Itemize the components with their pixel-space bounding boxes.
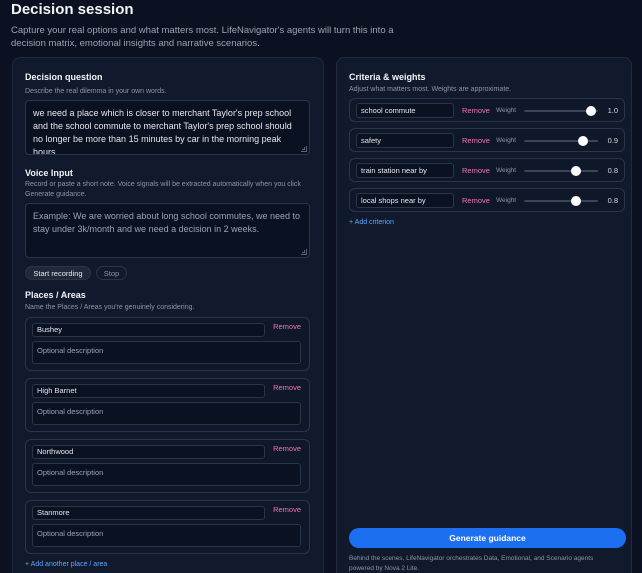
weight-slider[interactable]: [524, 166, 598, 176]
voice-input-textarea[interactable]: Example: We are worried about long schoo…: [25, 203, 310, 258]
criterion-row: school commute Remove Weight 1.0: [349, 98, 625, 122]
weight-slider-handle[interactable]: [578, 136, 589, 146]
weight-value: 0.8: [607, 166, 618, 175]
weight-label: Weight: [496, 167, 517, 174]
place-name-input[interactable]: Stanmore: [32, 506, 265, 520]
weight-label: Weight: [496, 197, 517, 204]
decision-question-title: Decision question: [25, 72, 103, 82]
criteria-hint: Adjust what matters most. Weights are ap…: [349, 86, 512, 93]
place-name-input[interactable]: High Barnet: [32, 384, 265, 398]
place-description-input[interactable]: Optional description: [32, 341, 301, 364]
remove-place-button[interactable]: Remove: [273, 505, 301, 514]
criterion-row: safety Remove Weight 0.9: [349, 128, 625, 152]
generate-guidance-button[interactable]: Generate guidance: [349, 528, 626, 548]
weight-value: 0.9: [607, 136, 618, 145]
weight-value: 0.8: [607, 196, 618, 205]
page-intro: Capture your real options and what matte…: [11, 25, 394, 49]
remove-criterion-button[interactable]: Remove: [462, 166, 490, 175]
weight-slider-handle[interactable]: [570, 196, 581, 206]
remove-place-button[interactable]: Remove: [273, 444, 301, 453]
remove-criterion-button[interactable]: Remove: [462, 196, 490, 205]
place-card: High Barnet Remove Optional description: [25, 378, 310, 432]
place-description-input[interactable]: Optional description: [32, 402, 301, 425]
voice-input-title: Voice Input: [25, 168, 73, 178]
page-title: Decision session: [11, 1, 134, 18]
voice-input-hint: Record or paste a short note. Voice sign…: [25, 181, 301, 198]
voice-input-placeholder: Example: We are worried about long schoo…: [33, 211, 300, 234]
place-card: Bushey Remove Optional description: [25, 317, 310, 371]
place-description-input[interactable]: Optional description: [32, 524, 301, 547]
remove-criterion-button[interactable]: Remove: [462, 136, 490, 145]
places-hint: Name the Places / Areas you're genuinely…: [25, 304, 195, 311]
weight-label: Weight: [496, 137, 517, 144]
weight-slider[interactable]: [524, 196, 598, 206]
place-name-input[interactable]: Northwood: [32, 445, 265, 459]
agents-footnote: Behind the scenes, LifeNavigator orchest…: [349, 555, 594, 572]
stop-recording-button[interactable]: Stop: [96, 266, 127, 280]
decision-question-textarea[interactable]: we need a place which is closer to merch…: [25, 100, 310, 155]
add-criterion-link[interactable]: + Add criterion: [349, 219, 394, 226]
criterion-row: train station near by Remove Weight 0.8: [349, 158, 625, 182]
place-card: Stanmore Remove Optional description: [25, 500, 310, 554]
place-name-input[interactable]: Bushey: [32, 323, 265, 337]
remove-place-button[interactable]: Remove: [273, 383, 301, 392]
place-card: Northwood Remove Optional description: [25, 439, 310, 493]
weight-slider[interactable]: [524, 106, 598, 116]
weight-slider-handle[interactable]: [585, 106, 596, 116]
places-title: Places / Areas: [25, 290, 86, 300]
resize-grip-icon[interactable]: [301, 146, 307, 152]
criterion-name-input[interactable]: safety: [356, 133, 454, 148]
weight-slider[interactable]: [524, 136, 598, 146]
decision-question-hint: Describe the real dilemma in your own wo…: [25, 88, 167, 95]
criteria-panel: Criteria & weights Adjust what matters m…: [336, 57, 632, 573]
start-recording-button[interactable]: Start recording: [25, 266, 91, 280]
criterion-name-input[interactable]: local shops near by: [356, 193, 454, 208]
remove-place-button[interactable]: Remove: [273, 322, 301, 331]
criterion-name-input[interactable]: train station near by: [356, 163, 454, 178]
criterion-row: local shops near by Remove Weight 0.8: [349, 188, 625, 212]
add-place-link[interactable]: + Add another place / area: [25, 561, 107, 568]
resize-grip-icon[interactable]: [301, 249, 307, 255]
remove-criterion-button[interactable]: Remove: [462, 106, 490, 115]
weight-label: Weight: [496, 107, 517, 114]
weight-slider-handle[interactable]: [570, 166, 581, 176]
place-description-input[interactable]: Optional description: [32, 463, 301, 486]
criterion-name-input[interactable]: school commute: [356, 103, 454, 118]
criteria-title: Criteria & weights: [349, 72, 426, 82]
weight-value: 1.0: [607, 106, 618, 115]
decision-input-panel: Decision question Describe the real dile…: [12, 57, 324, 573]
decision-question-text: we need a place which is closer to merch…: [33, 108, 292, 155]
